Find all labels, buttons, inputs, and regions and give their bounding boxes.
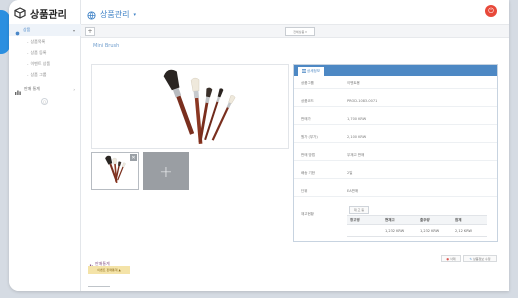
info-row-group: 상품그룹 이벤트용: [294, 78, 497, 89]
column-header: 출주량: [420, 217, 430, 222]
power-icon[interactable]: ⏻: [485, 5, 497, 17]
product-image-panel: [91, 64, 289, 149]
list-icon: [302, 69, 307, 74]
bullet-icon: -: [27, 50, 29, 56]
add-image-button[interactable]: +: [143, 152, 189, 190]
delete-button[interactable]: ● 삭제: [441, 255, 461, 262]
sidebar-item-product-register[interactable]: - 상품 등록: [9, 48, 81, 58]
product-thumbnail[interactable]: ✕: [91, 152, 139, 190]
chart-icon: [15, 80, 21, 99]
table-cell: 1,232 KRW: [420, 228, 440, 233]
info-value: 2일: [347, 171, 353, 175]
scroll-indicator[interactable]: [88, 286, 110, 287]
sidebar-item-product-list[interactable]: - 상품목록: [9, 37, 81, 47]
table-cell: 1,232 KRW: [385, 228, 405, 233]
toolbar: + 전체상품 ▾: [81, 24, 509, 38]
sidebar-item-product-group[interactable]: - 상품 그룹: [9, 70, 81, 80]
delete-button-label: 삭제: [450, 256, 456, 261]
caret-down-icon: ▾: [133, 11, 136, 18]
product-info-panel: 상세정보 상품그룹 이벤트용 상품코드 PROD-1083-0071 판매가 1…: [293, 64, 498, 242]
delete-image-button[interactable]: ✕: [130, 154, 137, 161]
sidebar-item-label: 상품목록: [30, 39, 46, 44]
filter-dropdown[interactable]: 전체상품 ▾: [285, 27, 315, 36]
info-value: EA판매: [347, 189, 359, 193]
sidebar-item-event-products[interactable]: - 이벤트 상품: [9, 59, 81, 69]
brush-set-image: [163, 69, 236, 144]
info-value: 이벤트용: [347, 81, 360, 85]
sidebar-item-label: 상품 등록: [30, 50, 47, 55]
sidebar-item-label: 상품 그룹: [30, 72, 47, 77]
tab-details[interactable]: 상세정보: [298, 67, 324, 76]
info-row-delivery: 배송 기한 2일: [294, 168, 497, 179]
info-panel-header: 상세정보: [294, 65, 497, 76]
info-value: 2,100 KRW: [347, 135, 367, 139]
delete-icon: ●: [446, 256, 450, 261]
stock-table-header: 창고명 현재고 출주량 합계: [347, 215, 487, 225]
bullet-icon: -: [27, 61, 29, 67]
info-row-unit: 단위 EA판매: [294, 186, 497, 197]
sidebar-section-sales-stats[interactable]: 판매 통계 ›: [9, 83, 81, 95]
table-cell: 2,12 KRW: [455, 228, 472, 233]
header: 상품관리 ▾ ⏻: [81, 0, 509, 22]
sidebar: 상품관리 상품 ▾ - 상품목록 - 상품 등록 - 이벤트 상품 - 상품 그…: [9, 0, 81, 291]
chevron-right-icon: ›: [73, 86, 75, 92]
info-row-sale-method: 판매 방법 무재고 판매: [294, 150, 497, 161]
info-label: 상품코드: [301, 99, 314, 103]
sidebar-section-label: 판매 통계: [24, 86, 40, 91]
info-label: 판매 방법: [301, 153, 315, 157]
stock-register-button[interactable]: 재 고 등: [349, 206, 369, 214]
tab-label: 상세정보: [307, 69, 320, 73]
chevron-down-icon: ▾: [72, 27, 75, 33]
edit-product-button[interactable]: ✎ 상품정보 수정: [463, 255, 497, 262]
edit-button-label: 상품정보 수정: [473, 256, 491, 261]
info-label: 배송 기한: [301, 171, 315, 175]
add-button[interactable]: +: [85, 27, 95, 36]
sidebar-item-label: 이벤트 상품: [30, 61, 51, 66]
info-label: 단위: [301, 189, 308, 193]
info-row-code: 상품코드 PROD-1083-0071: [294, 96, 497, 107]
page-title-text: 상품관리: [100, 10, 130, 19]
column-header: 현재고: [385, 217, 395, 222]
product-name: Mini Brush: [93, 43, 120, 49]
globe-icon: [87, 5, 96, 24]
info-value: 무재고 판매: [347, 153, 365, 157]
collapse-sidebar-icon[interactable]: ○: [41, 98, 48, 105]
event-stats-badge[interactable]: 이벤트 판매통계 ▲: [88, 266, 130, 274]
info-value: 1,700 KRW: [347, 117, 367, 121]
info-row-cost: 원가 (부가) 2,100 KRW: [294, 132, 497, 143]
bullet-icon: -: [27, 39, 29, 45]
info-label: 판매가: [301, 117, 311, 121]
brand[interactable]: 상품관리: [14, 6, 67, 21]
stock-table: 창고명 현재고 출주량 합계 1,232 KRW 1,232 KRW 2,12 …: [347, 215, 487, 237]
bullet-icon: -: [27, 72, 29, 78]
page-title[interactable]: 상품관리 ▾: [87, 5, 136, 24]
info-label: 원가 (부가): [301, 135, 318, 139]
sidebar-section-products[interactable]: 상품 ▾: [9, 24, 81, 36]
brand-title: 상품관리: [30, 9, 67, 21]
screen: 상품관리 상품 ▾ - 상품목록 - 상품 등록 - 이벤트 상품 - 상품 그…: [0, 0, 518, 298]
table-row: 1,232 KRW 1,232 KRW 2,12 KRW: [347, 225, 487, 237]
info-row-price: 판매가 1,700 KRW: [294, 114, 497, 125]
column-header: 창고명: [350, 217, 360, 222]
edit-icon: ✎: [469, 256, 472, 261]
stock-label: 재고현황: [301, 212, 314, 216]
sidebar-section-label: 상품: [23, 27, 31, 32]
info-label: 상품그룹: [301, 81, 314, 85]
column-header: 합계: [455, 217, 462, 222]
info-value: PROD-1083-0071: [347, 99, 378, 103]
table-cell: [347, 225, 382, 236]
